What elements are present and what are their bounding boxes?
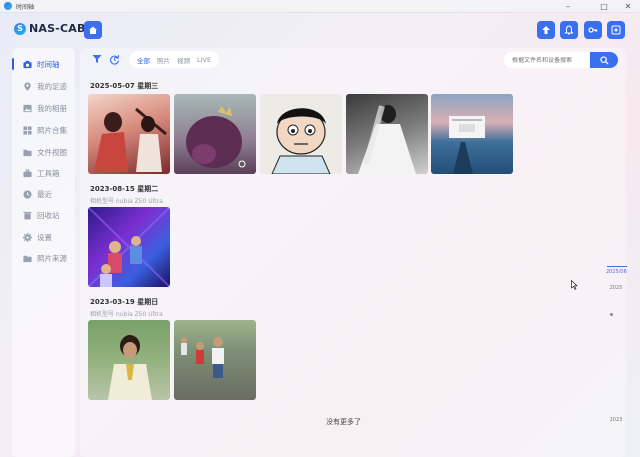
logo-mark: S bbox=[14, 22, 26, 35]
sidebar-item-footprints[interactable]: 我的足迹 bbox=[12, 77, 75, 95]
arrow-up-icon bbox=[542, 26, 550, 34]
folder-source-icon bbox=[22, 253, 32, 263]
sidebar: 时间轴 我的足迹 我的相册 照片合集 文件视图 工具箱 最近 回收站 设置 照片… bbox=[12, 48, 75, 457]
app-header: S NAS-CAB bbox=[0, 13, 640, 47]
photo-thumbnail[interactable] bbox=[431, 94, 513, 174]
sidebar-item-label: 工具箱 bbox=[37, 168, 60, 178]
search-icon bbox=[599, 55, 609, 65]
clock-icon bbox=[22, 189, 32, 199]
search-button[interactable] bbox=[590, 52, 618, 68]
sidebar-item-label: 照片来源 bbox=[37, 253, 67, 263]
photo-thumbnail[interactable] bbox=[174, 94, 256, 174]
minimize-icon[interactable]: – bbox=[556, 0, 580, 13]
timeline-indicator bbox=[607, 266, 627, 267]
search-box bbox=[504, 52, 618, 68]
toolbox-icon bbox=[22, 168, 32, 178]
sidebar-item-label: 设置 bbox=[37, 232, 52, 242]
search-input[interactable] bbox=[504, 56, 590, 64]
photo-thumbnail[interactable] bbox=[260, 94, 342, 174]
filter-button[interactable] bbox=[92, 54, 102, 66]
group-date: 2025-05-07 星期三 bbox=[90, 82, 159, 90]
sidebar-item-label: 我的相册 bbox=[37, 103, 67, 113]
sidebar-item-file-view[interactable]: 文件视图 bbox=[12, 143, 75, 161]
notification-button[interactable] bbox=[560, 21, 578, 39]
sidebar-item-collections[interactable]: 照片合集 bbox=[12, 121, 75, 139]
app-window: 时间轴 – □ ✕ S NAS-CAB 时间轴 我的足迹 我的相册 照片合集 文… bbox=[0, 0, 640, 457]
camera-icon bbox=[22, 59, 32, 69]
collection-icon bbox=[22, 125, 32, 135]
upload-button[interactable] bbox=[537, 21, 555, 39]
title-bar: 时间轴 – □ ✕ bbox=[0, 0, 640, 13]
add-button[interactable] bbox=[607, 21, 625, 39]
group-date: 2023-03-19 星期日 bbox=[90, 298, 159, 306]
tab-all[interactable]: 全部 bbox=[137, 55, 150, 65]
sidebar-item-label: 回收站 bbox=[37, 210, 60, 220]
maximize-icon[interactable]: □ bbox=[592, 0, 616, 13]
sidebar-item-label: 我的足迹 bbox=[37, 81, 67, 91]
timeline-label[interactable]: 2023 bbox=[606, 417, 626, 423]
location-icon bbox=[22, 81, 32, 91]
photo-thumbnail[interactable] bbox=[174, 320, 256, 400]
sidebar-item-label: 照片合集 bbox=[37, 125, 67, 135]
app-logo: S NAS-CAB bbox=[14, 22, 86, 35]
media-type-tabs: 全部 照片 视频 LIVE bbox=[129, 51, 219, 68]
bell-icon bbox=[564, 25, 574, 35]
sidebar-item-trash[interactable]: 回收站 bbox=[12, 206, 75, 224]
timeline-dot bbox=[610, 313, 613, 316]
filter-icon bbox=[92, 55, 102, 63]
sidebar-item-albums[interactable]: 我的相册 bbox=[12, 99, 75, 117]
sidebar-item-settings[interactable]: 设置 bbox=[12, 228, 75, 246]
album-icon bbox=[22, 103, 32, 113]
mouse-cursor-icon bbox=[571, 279, 578, 292]
tab-live[interactable]: LIVE bbox=[197, 56, 211, 64]
window-title: 时间轴 bbox=[16, 3, 35, 11]
key-icon bbox=[588, 27, 598, 33]
home-button[interactable] bbox=[84, 21, 102, 39]
photo-thumbnail[interactable] bbox=[346, 94, 428, 174]
close-icon[interactable]: ✕ bbox=[616, 0, 640, 13]
camera-model: 相机型号 nubia Z50 Ultra bbox=[90, 311, 163, 318]
group-date: 2023-08-15 星期二 bbox=[90, 185, 159, 193]
home-icon bbox=[89, 26, 97, 34]
sidebar-item-label: 最近 bbox=[37, 189, 52, 199]
trash-icon bbox=[22, 210, 32, 220]
tab-videos[interactable]: 视频 bbox=[177, 55, 190, 65]
plus-square-icon bbox=[611, 25, 621, 35]
photo-thumbnail[interactable] bbox=[88, 94, 170, 174]
refresh-icon bbox=[110, 54, 120, 65]
sidebar-item-toolbox[interactable]: 工具箱 bbox=[12, 164, 75, 182]
app-name: NAS-CAB bbox=[29, 22, 86, 35]
sidebar-item-photo-source[interactable]: 照片来源 bbox=[12, 249, 75, 267]
timeline-label[interactable]: 2025/06 bbox=[606, 269, 627, 275]
photo-thumbnail[interactable] bbox=[88, 320, 170, 400]
tab-photos[interactable]: 照片 bbox=[157, 55, 170, 65]
photo-thumbnail[interactable] bbox=[88, 207, 170, 287]
gear-icon bbox=[22, 232, 32, 242]
key-button[interactable] bbox=[584, 21, 602, 39]
refresh-button[interactable] bbox=[109, 54, 120, 67]
sidebar-item-recent[interactable]: 最近 bbox=[12, 185, 75, 203]
sidebar-item-label: 文件视图 bbox=[37, 147, 67, 157]
app-icon bbox=[4, 2, 12, 10]
sidebar-item-timeline[interactable]: 时间轴 bbox=[12, 55, 75, 73]
no-more-text: 没有更多了 bbox=[326, 418, 361, 426]
sidebar-item-label: 时间轴 bbox=[37, 59, 60, 69]
folder-icon bbox=[22, 147, 32, 157]
camera-model: 相机型号 nubia Z50 Ultra bbox=[90, 198, 163, 205]
timeline-label[interactable]: 2025 bbox=[606, 285, 626, 291]
